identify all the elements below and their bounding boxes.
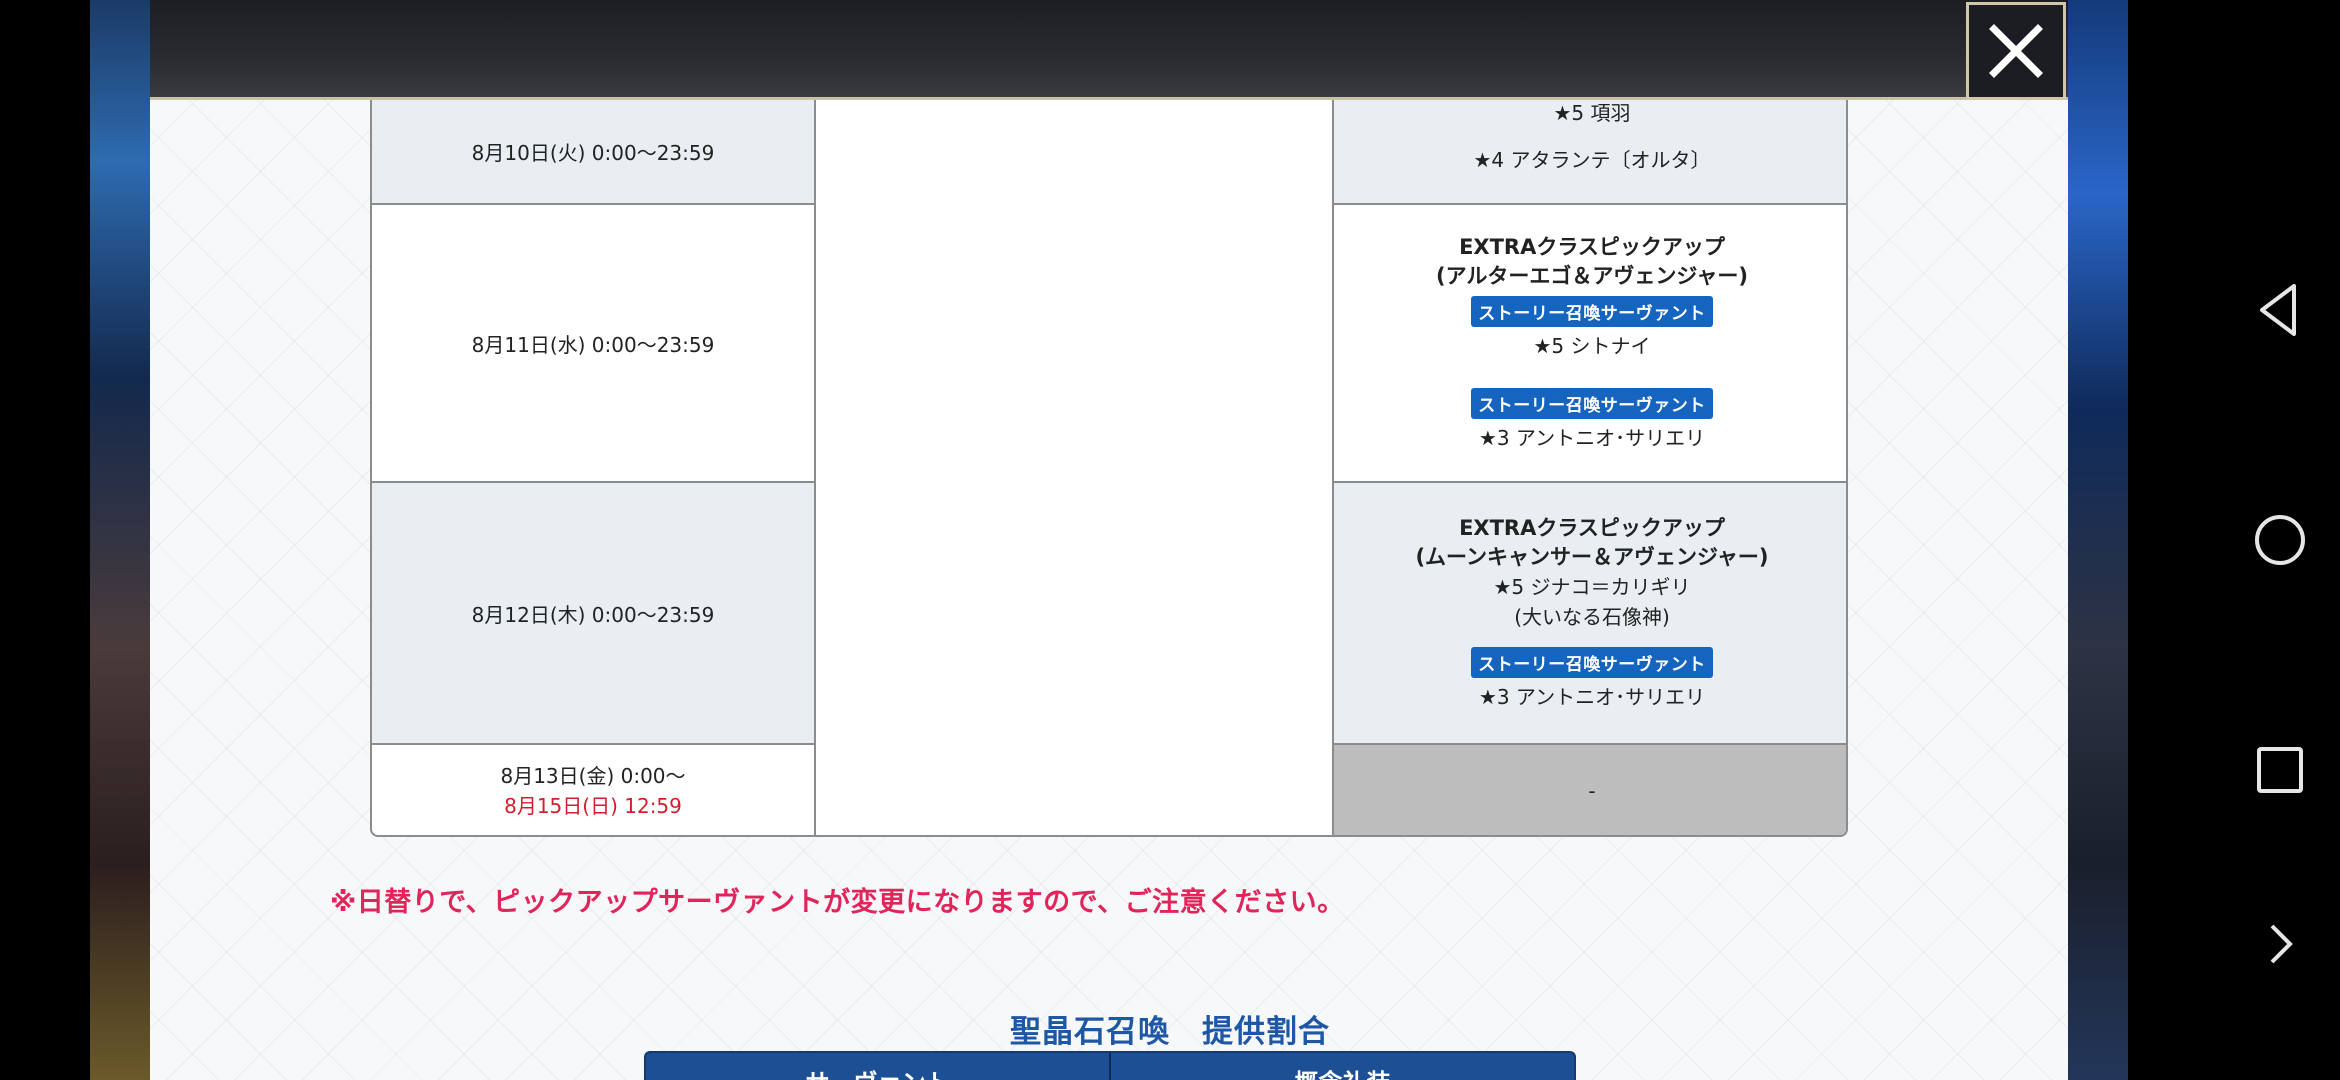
section-title: 聖晶石召喚 提供割合 xyxy=(0,1006,2340,1051)
background-art-right xyxy=(2068,0,2128,1080)
date-text: 8月10日(火) 0:00～23:59 xyxy=(471,141,715,165)
story-summon-badge: ストーリー召喚サーヴァント xyxy=(1471,296,1713,327)
back-button[interactable] xyxy=(2248,278,2312,342)
table-row-date: 8月11日(水) 0:00～23:59 xyxy=(372,205,816,483)
servant-text: ★4 アタランテ〔オルタ〕 xyxy=(1473,148,1711,172)
background-art-left xyxy=(90,0,150,1080)
empty-pickup-text: - xyxy=(1588,779,1596,803)
servant-text: ★5 シトナイ xyxy=(1533,334,1651,358)
home-icon xyxy=(2255,515,2305,565)
summon-rate-title: 聖晶石召喚 提供割合 xyxy=(1010,1014,1330,1050)
recents-icon xyxy=(2257,747,2303,793)
header-bar xyxy=(150,0,2068,100)
back-icon xyxy=(2260,284,2296,336)
table-row-date: 8月12日(木) 0:00～23:59 xyxy=(372,483,816,745)
story-summon-badge: ストーリー召喚サーヴァント xyxy=(1471,388,1713,419)
pickup-schedule-table: 8月10日(火) 0:00～23:59 ★5 項羽 ★4 アタランテ〔オルタ〕 … xyxy=(370,100,1848,837)
more-button[interactable] xyxy=(2248,912,2312,976)
table-row-date: 8月10日(火) 0:00～23:59 xyxy=(372,100,816,205)
rate-column-craft-essence: 概念礼装 xyxy=(1111,1053,1574,1080)
servant-text: ★5 項羽 xyxy=(1553,101,1631,125)
close-button[interactable] xyxy=(1966,2,2066,100)
pickup-title: EXTRAクラスピックアップ xyxy=(1459,235,1725,259)
chevron-right-icon xyxy=(2270,924,2293,964)
rate-column-servant: サーヴァント xyxy=(646,1053,1111,1080)
close-icon xyxy=(1989,24,2043,78)
date-text: 8月13日(金) 0:00～ xyxy=(500,764,686,788)
table-row-pickup: ★5 項羽 ★4 アタランテ〔オルタ〕 xyxy=(1334,100,1846,205)
pickup-title: EXTRAクラスピックアップ xyxy=(1459,516,1725,540)
end-date-text: 8月15日(日) 12:59 xyxy=(504,794,682,818)
rate-table-header: サーヴァント 概念礼装 xyxy=(644,1051,1576,1080)
recents-button[interactable] xyxy=(2248,738,2312,802)
date-text: 8月12日(木) 0:00～23:59 xyxy=(471,602,715,627)
table-row-pickup: EXTRAクラスピックアップ (ムーンキャンサー＆アヴェンジャー) ★5 ジナコ… xyxy=(1334,483,1846,745)
table-row-pickup: EXTRAクラスピックアップ (アルターエゴ＆アヴェンジャー) ストーリー召喚サ… xyxy=(1334,205,1846,483)
date-text: 8月11日(水) 0:00～23:59 xyxy=(471,332,715,357)
story-summon-badge: ストーリー召喚サーヴァント xyxy=(1471,647,1713,678)
pickup-change-notice: ※日替りで、ピックアップサーヴァントが変更になりますので、ご注意ください。 xyxy=(330,887,1345,918)
pickup-subtitle: (ムーンキャンサー＆アヴェンジャー) xyxy=(1415,545,1769,569)
table-row-date: 8月13日(金) 0:00～ 8月15日(日) 12:59 xyxy=(372,745,816,835)
servant-alias-text: (大いなる石像神) xyxy=(1514,605,1670,629)
schedule-middle-column xyxy=(816,100,1334,835)
servant-text: ★3 アントニオ･サリエリ xyxy=(1478,426,1706,450)
pickup-subtitle: (アルターエゴ＆アヴェンジャー) xyxy=(1436,264,1748,288)
servant-text: ★3 アントニオ･サリエリ xyxy=(1478,685,1706,709)
home-button[interactable] xyxy=(2248,508,2312,572)
table-row-pickup: - xyxy=(1334,745,1846,835)
servant-text: ★5 ジナコ＝カリギリ xyxy=(1493,575,1691,599)
